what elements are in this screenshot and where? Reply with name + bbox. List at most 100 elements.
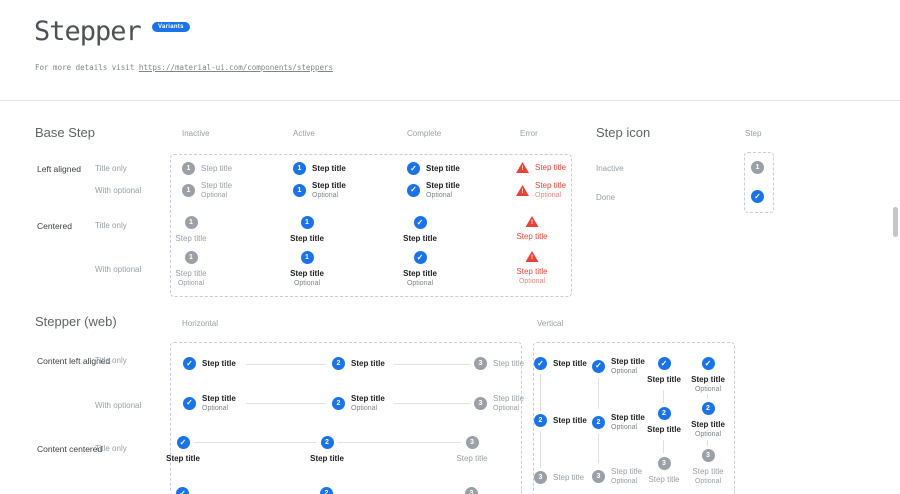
step-title: Step title: [351, 359, 385, 369]
hstep-3-inactive-centered: 3 Step title: [427, 436, 517, 464]
connector-line: [598, 434, 599, 463]
check-icon: [176, 487, 189, 494]
step-title: Step title: [403, 269, 437, 279]
check-icon: [183, 397, 196, 410]
connector-line: [663, 390, 664, 403]
step-active-centered: 1 Step title: [262, 216, 352, 244]
hstep-1-complete-optional: Step titleOptional: [183, 394, 236, 413]
optional-label: Optional: [519, 278, 545, 286]
step-title: Step title: [493, 394, 524, 404]
step-number-icon: 1: [185, 251, 198, 264]
sub-label-title-only: Title only: [95, 221, 127, 230]
column-header-complete: Complete: [407, 129, 441, 138]
step-number-icon: 1: [293, 184, 306, 197]
column-header-horizontal: Horizontal: [182, 319, 218, 328]
stepper-spec-page: Stepper Variants For more details visit …: [0, 0, 900, 494]
step-title: Step title: [516, 232, 547, 242]
row-label-done: Done: [596, 193, 615, 202]
sub-label-with-optional: With optional: [95, 186, 141, 195]
step-number-icon: 1: [182, 184, 195, 197]
step-number-icon: 3: [466, 436, 479, 449]
check-icon: [407, 184, 420, 197]
step-number-icon: 3: [592, 470, 605, 483]
subtitle-text: For more details visit: [35, 63, 139, 72]
warning-icon: [516, 185, 529, 196]
connector-line: [540, 431, 541, 468]
step-title: Step title: [535, 181, 566, 191]
step-number-icon: 2: [332, 357, 345, 370]
optional-label: Optional: [294, 280, 320, 288]
row-label-centered: Centered: [37, 221, 72, 231]
step-error-left-optional: Step titleOptional: [516, 181, 566, 200]
stepper-web-heading: Stepper (web): [35, 314, 117, 329]
column-header-error: Error: [520, 129, 538, 138]
connector-line: [663, 440, 664, 453]
step-number-icon: 1: [301, 216, 314, 229]
header-divider: [0, 100, 900, 101]
sub-label-title-only: Title only: [95, 164, 127, 173]
optional-label: Optional: [178, 280, 204, 288]
optional-label: Optional: [312, 192, 346, 200]
check-icon: [407, 162, 420, 175]
step-complete-centered: Step title: [375, 216, 465, 244]
check-icon: [702, 357, 715, 370]
step-title: Step title: [175, 234, 206, 244]
sub-label-title-only: Title only: [95, 444, 127, 453]
connector-line: [707, 440, 708, 446]
optional-label: Optional: [535, 192, 566, 200]
step-title: Step title: [553, 473, 584, 483]
subtitle: For more details visit https://material-…: [35, 63, 333, 72]
step-title: Step title: [692, 467, 723, 477]
material-ui-link[interactable]: https://material-ui.com/components/stepp…: [139, 63, 333, 72]
column-header-inactive: Inactive: [182, 129, 210, 138]
step-title: Step title: [403, 234, 437, 244]
step-title: Step title: [553, 416, 587, 426]
warning-icon: [526, 251, 539, 262]
step-error-centered: Step title: [487, 216, 577, 242]
step-title: Step title: [201, 181, 232, 191]
warning-icon: [526, 216, 539, 227]
column-header-active: Active: [293, 129, 315, 138]
step-complete-left-optional: Step titleOptional: [407, 181, 460, 200]
step-number-icon: 2: [534, 414, 547, 427]
check-icon: [592, 360, 605, 373]
step-active-left-optional: 1 Step titleOptional: [293, 181, 346, 200]
step-title: Step title: [290, 269, 324, 279]
step-inactive-left-optional: 1 Step titleOptional: [182, 181, 232, 200]
step-title: Step title: [426, 181, 460, 191]
step-title: Step title: [166, 454, 200, 464]
step-icon-heading: Step icon: [596, 125, 650, 140]
vstep-2-active-centered-optional: 2 Step titleOptional: [668, 402, 748, 439]
step-title: Step title: [426, 164, 460, 174]
step-inactive-centered-optional: 1 Step titleOptional: [146, 251, 236, 288]
optional-label: Optional: [202, 405, 236, 413]
step-title: Step title: [691, 420, 725, 430]
step-number-icon: 2: [332, 397, 345, 410]
base-step-heading: Base Step: [35, 125, 95, 140]
column-header-step: Step: [745, 129, 761, 138]
check-icon: [414, 216, 427, 229]
row-label-content-centered: Content centered: [37, 444, 102, 454]
optional-label: Optional: [493, 405, 524, 413]
step-title: Step title: [493, 359, 524, 369]
connector-line: [707, 394, 708, 399]
sub-label-title-only: Title only: [95, 356, 127, 365]
optional-label: Optional: [695, 431, 721, 439]
connector-line: [540, 374, 541, 411]
vstep-3-inactive: 3 Step title: [534, 471, 584, 484]
step-complete-left: Step title: [407, 162, 460, 175]
step-number-icon: 3: [474, 397, 487, 410]
step-number-icon: 1: [293, 162, 306, 175]
hstep-3-inactive-optional: 3 Step titleOptional: [474, 394, 524, 413]
connector-line: [598, 378, 599, 409]
row-label-left-aligned: Left aligned: [37, 164, 81, 174]
step-inactive-left: 1 Step title: [182, 162, 232, 175]
step-title: Step title: [290, 234, 324, 244]
step-number-icon: 3: [702, 449, 715, 462]
scrollbar-thumb[interactable]: [893, 207, 898, 237]
step-active-centered-optional: 1 Step titleOptional: [262, 251, 352, 288]
row-label-inactive: Inactive: [596, 164, 624, 173]
variants-badge: Variants: [152, 22, 190, 32]
step-number-icon: 1: [182, 162, 195, 175]
step-number-icon: 2: [321, 436, 334, 449]
